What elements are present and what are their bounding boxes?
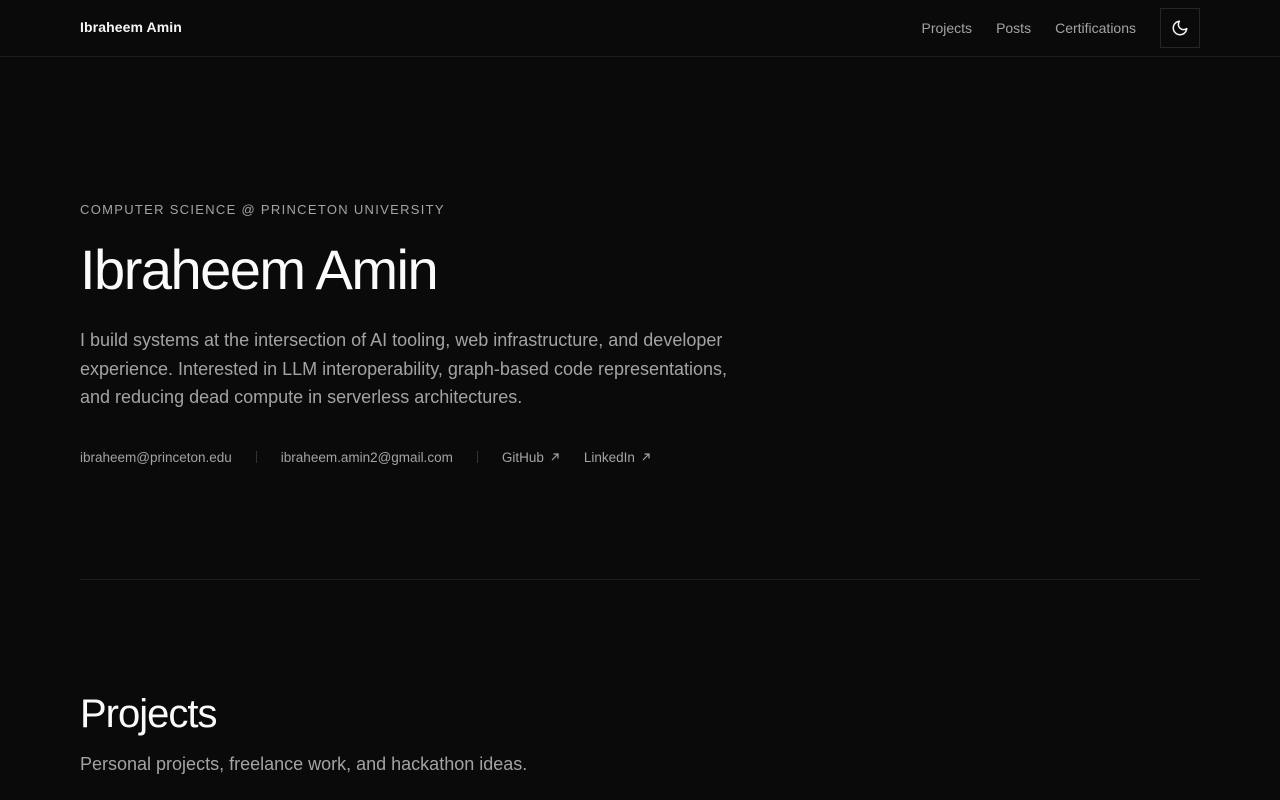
nav-item-projects[interactable]: Projects (921, 20, 972, 36)
nav-item-certifications[interactable]: Certifications (1055, 20, 1136, 36)
linkedin-link[interactable]: LinkedIn (584, 450, 651, 465)
arrow-up-right-icon (641, 452, 651, 462)
theme-toggle-button[interactable] (1160, 8, 1200, 48)
hero-description: I build systems at the intersection of A… (80, 330, 728, 407)
hero-eyebrow: Computer Science @ Princeton University (80, 202, 445, 217)
github-label: GitHub (501, 449, 544, 465)
email-secondary-link[interactable]: ibraheem.amin2@gmail.com (281, 450, 453, 465)
nav-item-posts[interactable]: Posts (996, 20, 1031, 36)
github-link[interactable]: GitHub (502, 450, 560, 465)
hero-section: Computer Science @ Princeton University … (80, 202, 780, 412)
main-nav: Projects Posts Certifications (921, 8, 1200, 48)
projects-subtitle: Personal projects, freelance work, and h… (80, 754, 528, 774)
projects-section: Projects Personal projects, freelance wo… (80, 690, 527, 776)
brand-link[interactable]: Ibraheem Amin (80, 19, 182, 35)
hero-title: Ibraheem Amin (80, 238, 439, 301)
projects-title: Projects (80, 692, 218, 736)
site-header: Ibraheem Amin Projects Posts Certificati… (0, 0, 1280, 57)
divider (476, 451, 478, 463)
email-primary-link[interactable]: ibraheem@princeton.edu (80, 450, 232, 465)
contact-links: ibraheem@princeton.edu ibraheem.amin2@gm… (80, 447, 651, 467)
linkedin-label: LinkedIn (583, 449, 635, 465)
moon-icon (1172, 20, 1188, 36)
section-divider (80, 579, 1200, 580)
divider (255, 451, 257, 463)
arrow-up-right-icon (550, 452, 560, 462)
